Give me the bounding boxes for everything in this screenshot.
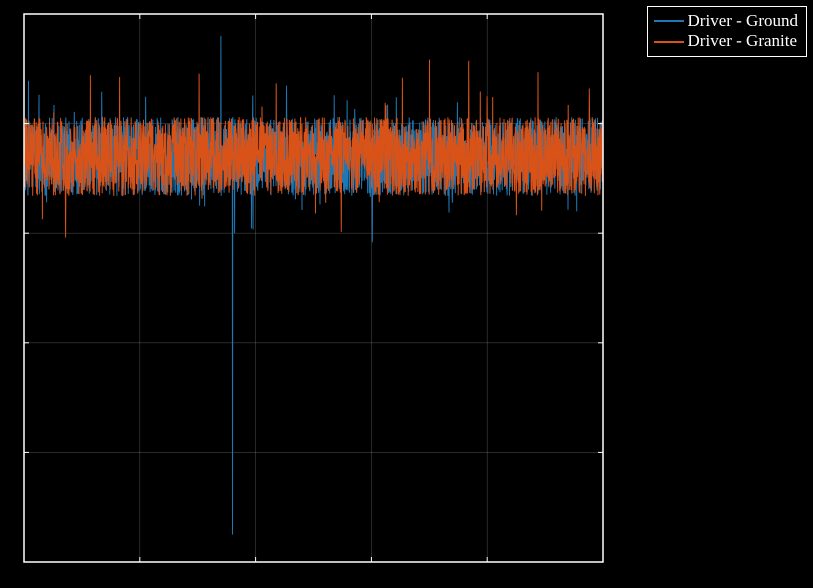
legend-swatch-icon [654,20,684,22]
legend-item-driver-granite: Driver - Granite [654,31,798,51]
chart-legend: Driver - Ground Driver - Granite [647,6,807,57]
chart-container: Driver - Ground Driver - Granite [0,0,813,588]
series-line-driver-granite [24,60,603,238]
legend-item-driver-ground: Driver - Ground [654,11,798,31]
axes-box [24,14,603,562]
chart-plot [0,0,813,588]
legend-label: Driver - Granite [688,31,798,51]
series-line-driver-ground [24,36,603,535]
legend-swatch-icon [654,41,684,43]
legend-label: Driver - Ground [688,11,798,31]
